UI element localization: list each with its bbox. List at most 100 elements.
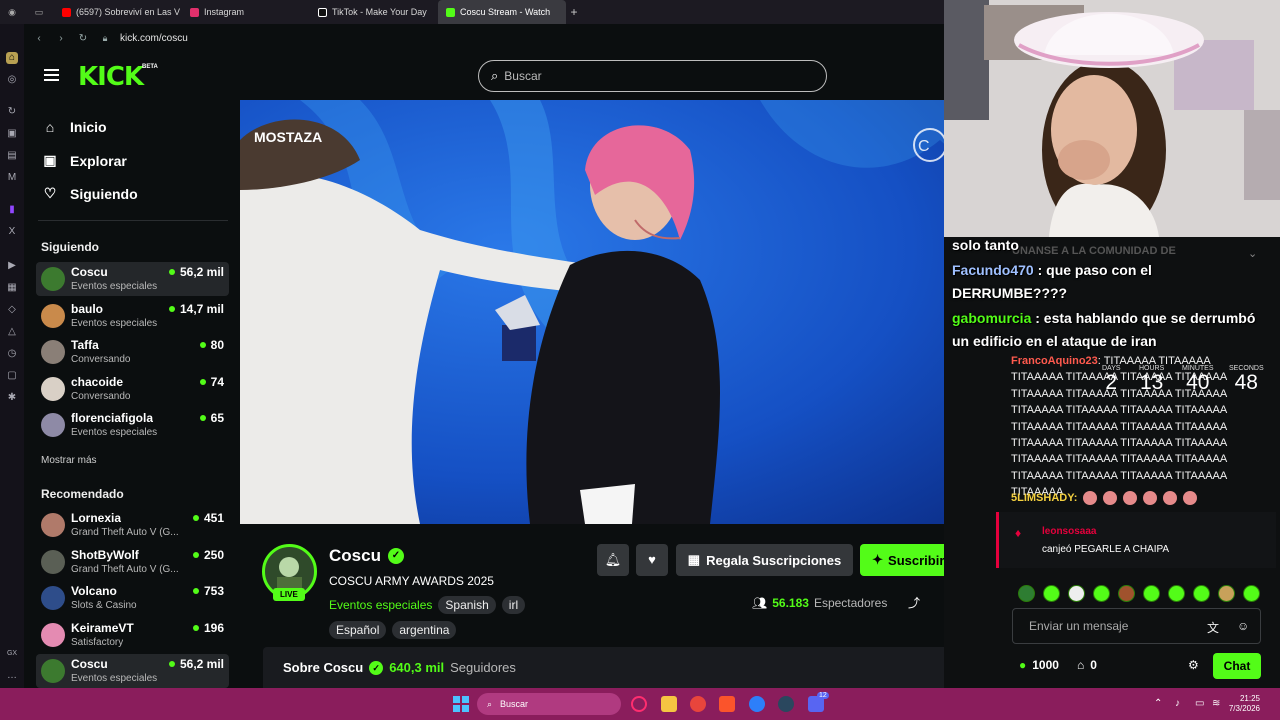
gift-subs-button[interactable]: ▦ Regala Suscripciones <box>676 544 853 576</box>
verified-icon: ✓ <box>387 548 404 564</box>
clock-icon[interactable]: ◷ <box>6 348 18 360</box>
kick-logo[interactable]: KICK <box>78 62 144 92</box>
twitch-icon[interactable]: ▮ <box>6 204 18 216</box>
chat-username[interactable]: FrancoAquino23 <box>1011 355 1098 367</box>
collapse-chevron-icon[interactable]: ⌄ <box>1248 247 1257 260</box>
recommended-item-volcano[interactable]: Volcano Slots & Casino 753 <box>36 581 229 615</box>
tab-youtube[interactable]: (6597) Sobreviví en Las V <box>54 0 182 24</box>
chat-username[interactable]: 5LIMSHADY: <box>1011 492 1077 504</box>
follow-heart-button[interactable]: ♥ <box>636 544 668 576</box>
recommended-item-shotbywolf[interactable]: ShotByWolf Grand Theft Auto V (G... 250 <box>36 545 229 579</box>
file-explorer-icon[interactable] <box>661 696 677 712</box>
emote-icon[interactable] <box>1243 585 1260 602</box>
overlay-chat-line: Facundo470 : que paso con el <box>952 262 1152 278</box>
viewers-icon: 👥︎ <box>752 596 768 610</box>
reload-icon[interactable]: ↻ <box>76 33 90 44</box>
recommended-section-title: Recomendado <box>41 487 124 501</box>
refresh-sidebar-icon[interactable]: ↻ <box>6 106 18 118</box>
tag-spanish[interactable]: Spanish <box>438 596 496 614</box>
chat-input[interactable] <box>1029 619 1199 633</box>
chat-input-box[interactable]: 文 ☺ <box>1012 608 1261 644</box>
search-input[interactable] <box>504 69 805 83</box>
mail-icon[interactable]: M <box>6 172 18 184</box>
emote-icon[interactable] <box>1118 585 1135 602</box>
share-icon[interactable]: ⤴ <box>908 594 920 611</box>
cube-icon[interactable]: ◇ <box>6 304 18 316</box>
emote-icon[interactable] <box>1018 585 1035 602</box>
brave-icon[interactable] <box>719 696 735 712</box>
mic-icon[interactable]: ♪ <box>1175 698 1180 709</box>
home-sidebar-icon[interactable]: ⌂ <box>6 52 18 64</box>
emote-icon[interactable] <box>1168 585 1185 602</box>
chat-send-button[interactable]: Chat <box>1213 653 1261 679</box>
apps-icon[interactable]: ▦ <box>6 282 18 294</box>
following-item-coscu[interactable]: Coscu Eventos especiales 56,2 mil <box>36 262 229 296</box>
back-icon[interactable]: ‹ <box>32 33 46 44</box>
tag-irl[interactable]: irl <box>501 596 526 614</box>
news-icon[interactable]: ▤ <box>6 150 18 162</box>
recommended-item-lornexia[interactable]: Lornexia Grand Theft Auto V (G... 451 <box>36 508 229 542</box>
redeem-username[interactable]: leonsosaaa <box>1042 526 1096 537</box>
nav-home[interactable]: ⌂ Inicio <box>42 119 107 135</box>
redemption-card: ♦ leonsosaaa canjeó PEGARLE A CHAIPA <box>996 512 1276 568</box>
following-item-taffa[interactable]: Taffa Conversando 80 <box>36 335 229 369</box>
workspaces-icon[interactable]: ▭ <box>24 7 54 18</box>
settings-icon[interactable]: ✱ <box>6 392 18 404</box>
windows-start-icon[interactable] <box>453 696 469 712</box>
emoji-picker-icon[interactable]: ☺ <box>1237 619 1249 633</box>
nav-explore[interactable]: ▣ Explorar <box>42 152 126 169</box>
overlay-chat-line: un edificio en el ataque de iran <box>952 333 1157 349</box>
avatar <box>41 340 65 364</box>
emote-icon[interactable] <box>1093 585 1110 602</box>
category-link[interactable]: Eventos especiales <box>329 598 432 612</box>
recommended-item-keiramevt[interactable]: KeirameVT Satisfactory 196 <box>36 618 229 652</box>
emote-icon[interactable] <box>1068 585 1085 602</box>
menu-icon[interactable] <box>44 69 59 81</box>
new-tab-icon[interactable]: + <box>566 5 582 19</box>
x-icon[interactable]: X <box>6 226 18 238</box>
show-more-link[interactable]: Mostrar más <box>41 455 97 466</box>
tab-kick-active[interactable]: Coscu Stream - Watch <box>438 0 566 24</box>
url-text[interactable]: kick.com/coscu <box>120 33 188 44</box>
more-icon[interactable]: … <box>6 670 18 682</box>
emote-icon[interactable] <box>1218 585 1235 602</box>
sparkle-icon: ✦ <box>872 552 884 567</box>
translate-icon[interactable]: 文 <box>1207 619 1219 636</box>
taskbar-clock[interactable]: 21:25 7/3/2026 <box>1229 694 1260 714</box>
forward-icon[interactable]: › <box>54 33 68 44</box>
recommended-item-coscu[interactable]: Coscu Eventos especiales 56,2 mil <box>36 654 229 688</box>
emote-icon[interactable] <box>1193 585 1210 602</box>
search-box[interactable]: ⌕ <box>478 60 827 92</box>
bag-icon[interactable]: ▣ <box>6 128 18 140</box>
emote-icon[interactable] <box>1043 585 1060 602</box>
opera-menu-icon[interactable]: ◉ <box>0 7 24 18</box>
following-item-baulo[interactable]: baulo Eventos especiales 14,7 mil <box>36 299 229 333</box>
taskbar-search[interactable]: ⌕ Buscar <box>477 693 621 715</box>
streamer-name[interactable]: Coscu ✓ <box>329 546 404 566</box>
tab-instagram[interactable]: Instagram <box>182 0 310 24</box>
play-icon[interactable]: ▶ <box>6 260 18 272</box>
tray-chevron-icon[interactable]: ⌃ <box>1154 698 1162 709</box>
network-icon[interactable]: ▭ <box>1195 698 1204 709</box>
wifi-icon[interactable]: ≋ <box>1212 698 1220 709</box>
ccleaner-icon[interactable] <box>749 696 765 712</box>
video-player[interactable]: MOSTAZA C <box>240 100 994 524</box>
box-icon[interactable]: ▢ <box>6 370 18 382</box>
following-item-florenciafigola[interactable]: florenciafigola Eventos especiales 65 <box>36 408 229 442</box>
following-item-chacoide[interactable]: chacoide Conversando 74 <box>36 372 229 406</box>
tag-argentina[interactable]: argentina <box>392 621 457 639</box>
opera-gx-taskbar-icon[interactable] <box>631 696 647 712</box>
steam-icon[interactable] <box>778 696 794 712</box>
nav-following[interactable]: ♡ Siguiendo <box>42 185 138 202</box>
flask-icon[interactable]: △ <box>6 326 18 338</box>
emote-icon[interactable] <box>1143 585 1160 602</box>
gaming-icon[interactable]: ◎ <box>6 74 18 86</box>
chrome-icon[interactable] <box>690 696 706 712</box>
chat-settings-icon[interactable]: ⚙ <box>1188 658 1199 672</box>
tag-espanol[interactable]: Español <box>329 621 387 639</box>
notification-bell-button[interactable]: 🔔︎ <box>597 544 629 576</box>
tab-tiktok[interactable]: TikTok - Make Your Day <box>310 0 438 24</box>
overlay-chat-line: DERRUMBE???? <box>952 285 1068 301</box>
channel-points[interactable]: ● 1000 ⌂ 0 <box>1019 658 1097 672</box>
avatar <box>41 659 65 683</box>
